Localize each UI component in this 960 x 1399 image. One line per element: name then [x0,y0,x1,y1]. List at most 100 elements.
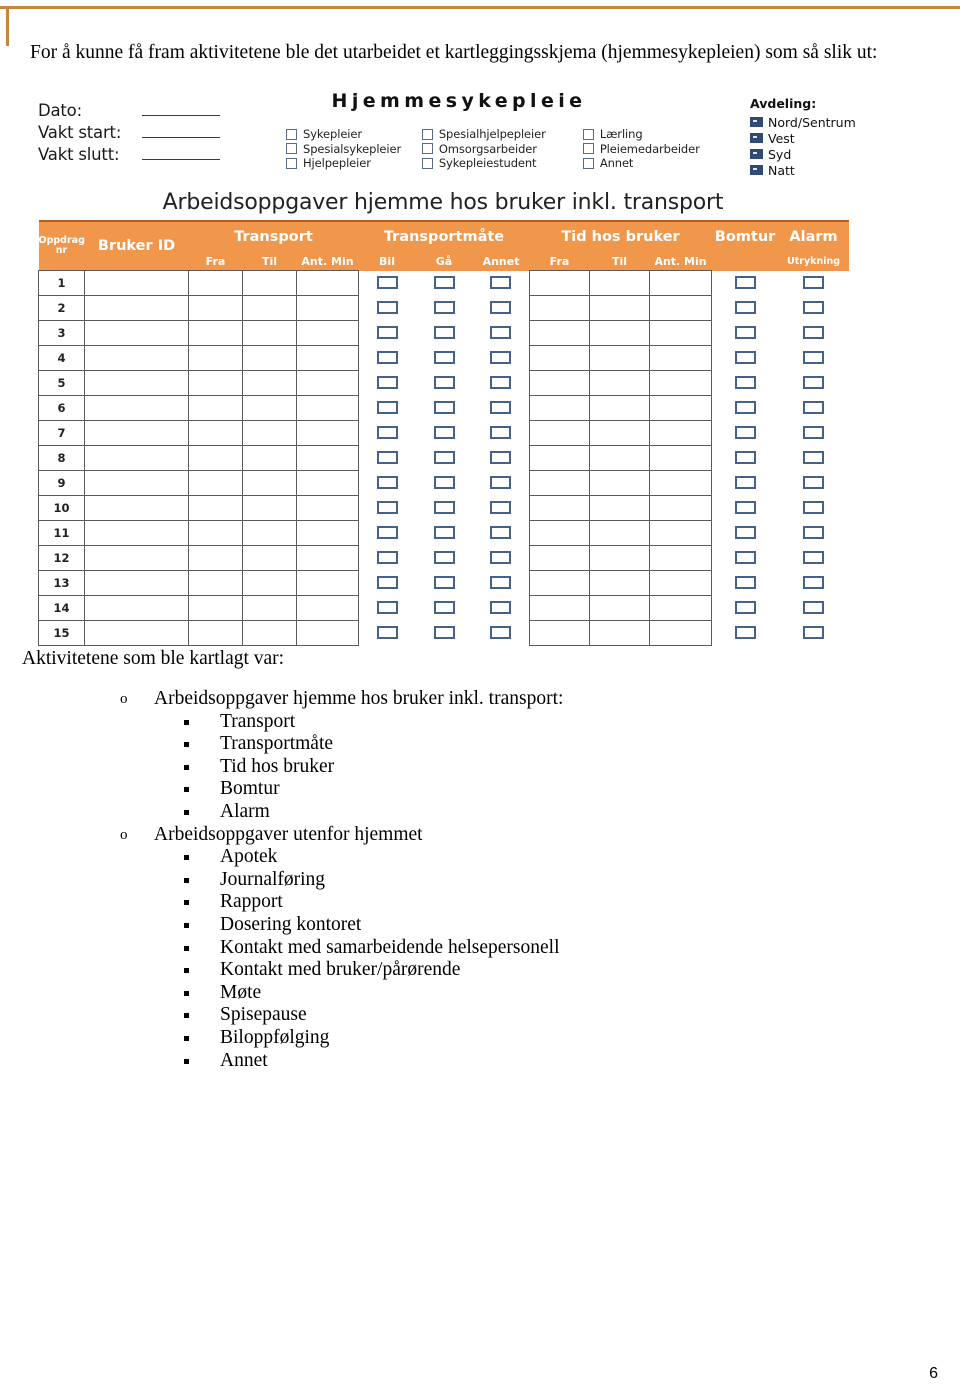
checkbox-icon[interactable] [734,525,756,539]
checkbox-icon[interactable] [376,400,398,414]
transport-fra-cell[interactable] [188,345,243,371]
checkbox-icon[interactable] [376,475,398,489]
checkbox-icon[interactable] [376,575,398,589]
transportmate-annet-checkbox-cell[interactable] [472,295,530,321]
bruker-id-cell[interactable] [84,620,189,646]
transportmate-bil-checkbox-cell[interactable] [358,395,416,421]
bomtur-checkbox-cell[interactable] [711,370,779,396]
tid-antmin-cell[interactable] [649,270,713,296]
checkbox-icon[interactable] [734,500,756,514]
tid-fra-cell[interactable] [529,370,591,396]
transportmate-bil-checkbox-cell[interactable] [358,370,416,396]
checkbox-icon[interactable] [421,157,433,169]
field-dato-input-line[interactable] [142,115,220,116]
checkbox-icon[interactable] [421,128,433,140]
alarm-checkbox-cell[interactable] [778,420,849,446]
role-option-hjelpepleier[interactable]: Hjelpepleier [286,156,412,171]
transport-fra-cell[interactable] [188,445,243,471]
transportmate-ga-checkbox-cell[interactable] [415,595,473,621]
checkbox-icon[interactable] [734,550,756,564]
bomtur-checkbox-cell[interactable] [711,620,779,646]
tid-antmin-cell[interactable] [649,445,713,471]
checkbox-icon[interactable] [433,575,455,589]
checkbox-icon[interactable] [286,128,297,140]
field-vakt-slutt-input-line[interactable] [142,159,220,160]
alarm-checkbox-cell[interactable] [778,395,849,421]
transport-fra-cell[interactable] [188,545,243,571]
avdeling-option-vest[interactable]: Vest [750,130,870,146]
bomtur-checkbox-cell[interactable] [711,420,779,446]
transport-antmin-cell[interactable] [295,320,360,346]
tid-fra-cell[interactable] [529,595,591,621]
checkbox-icon[interactable] [376,625,398,639]
tid-antmin-cell[interactable] [649,595,713,621]
checkbox-icon[interactable] [734,350,756,364]
bomtur-checkbox-cell[interactable] [711,545,779,571]
checkbox-icon[interactable] [376,350,398,364]
role-option-pleiemedarbeider[interactable]: Pleiemedarbeider [582,142,728,157]
tid-til-cell[interactable] [589,320,651,346]
checkbox-icon[interactable] [433,300,455,314]
transportmate-bil-checkbox-cell[interactable] [358,495,416,521]
checkbox-filled-icon[interactable] [750,133,763,143]
bruker-id-cell[interactable] [84,470,189,496]
transport-til-cell[interactable] [242,345,297,371]
transportmate-ga-checkbox-cell[interactable] [415,545,473,571]
tid-antmin-cell[interactable] [649,420,713,446]
checkbox-icon[interactable] [433,400,455,414]
checkbox-icon[interactable] [803,550,825,564]
checkbox-icon[interactable] [433,475,455,489]
transportmate-ga-checkbox-cell[interactable] [415,320,473,346]
tid-til-cell[interactable] [589,520,651,546]
transport-til-cell[interactable] [242,370,297,396]
transportmate-ga-checkbox-cell[interactable] [415,445,473,471]
checkbox-icon[interactable] [490,350,512,364]
role-option-sykepleier[interactable]: Sykepleier [286,127,412,142]
transportmate-annet-checkbox-cell[interactable] [472,420,530,446]
transportmate-ga-checkbox-cell[interactable] [415,620,473,646]
transport-til-cell[interactable] [242,620,297,646]
alarm-checkbox-cell[interactable] [778,470,849,496]
tid-antmin-cell[interactable] [649,620,713,646]
transportmate-annet-checkbox-cell[interactable] [472,395,530,421]
transport-til-cell[interactable] [242,270,297,296]
transportmate-ga-checkbox-cell[interactable] [415,420,473,446]
transport-antmin-cell[interactable] [295,420,360,446]
tid-fra-cell[interactable] [529,495,591,521]
checkbox-icon[interactable] [490,300,512,314]
bomtur-checkbox-cell[interactable] [711,270,779,296]
checkbox-icon[interactable] [803,350,825,364]
field-dato[interactable]: Dato: [38,98,268,120]
transport-til-cell[interactable] [242,295,297,321]
bomtur-checkbox-cell[interactable] [711,520,779,546]
transport-fra-cell[interactable] [188,420,243,446]
bruker-id-cell[interactable] [84,270,189,296]
bomtur-checkbox-cell[interactable] [711,495,779,521]
bomtur-checkbox-cell[interactable] [711,295,779,321]
transport-til-cell[interactable] [242,520,297,546]
checkbox-icon[interactable] [734,425,756,439]
alarm-checkbox-cell[interactable] [778,320,849,346]
transportmate-bil-checkbox-cell[interactable] [358,445,416,471]
checkbox-icon[interactable] [433,500,455,514]
tid-fra-cell[interactable] [529,420,591,446]
checkbox-icon[interactable] [376,600,398,614]
transport-fra-cell[interactable] [188,620,243,646]
bruker-id-cell[interactable] [84,595,189,621]
checkbox-icon[interactable] [734,300,756,314]
alarm-checkbox-cell[interactable] [778,345,849,371]
transportmate-annet-checkbox-cell[interactable] [472,370,530,396]
checkbox-icon[interactable] [376,325,398,339]
bruker-id-cell[interactable] [84,570,189,596]
checkbox-icon[interactable] [376,450,398,464]
transport-til-cell[interactable] [242,595,297,621]
checkbox-icon[interactable] [490,400,512,414]
transport-fra-cell[interactable] [188,470,243,496]
tid-fra-cell[interactable] [529,570,591,596]
tid-antmin-cell[interactable] [649,295,713,321]
transport-antmin-cell[interactable] [295,370,360,396]
checkbox-icon[interactable] [286,157,297,169]
tid-til-cell[interactable] [589,420,651,446]
transportmate-annet-checkbox-cell[interactable] [472,495,530,521]
tid-fra-cell[interactable] [529,545,591,571]
